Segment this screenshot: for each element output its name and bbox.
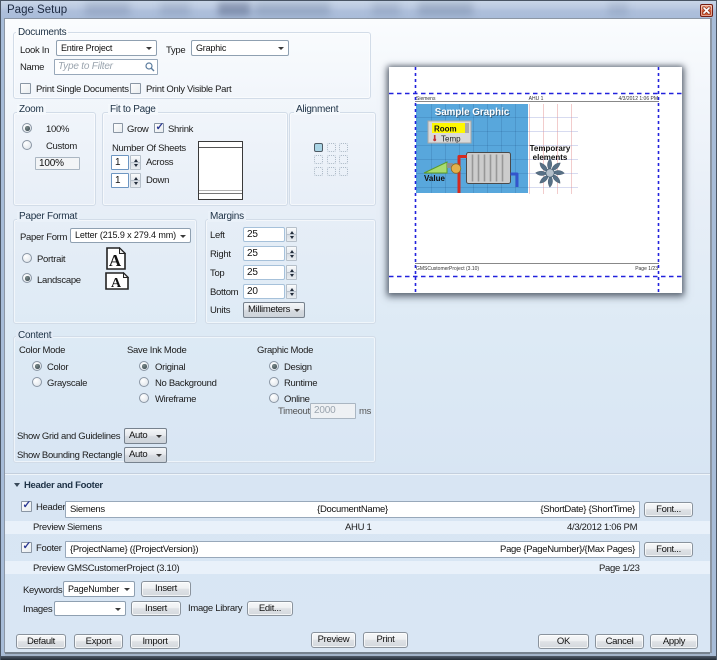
svg-text:Temp: Temp bbox=[441, 135, 461, 144]
svg-text:4/3/2012 1:06 PM: 4/3/2012 1:06 PM bbox=[619, 96, 658, 102]
svg-text:GMSCustomerProject (3.10): GMSCustomerProject (3.10) bbox=[416, 266, 479, 272]
svg-text:Temporary: Temporary bbox=[530, 144, 571, 153]
svg-text:Room: Room bbox=[434, 125, 457, 134]
svg-text:A: A bbox=[109, 251, 122, 270]
svg-text:A: A bbox=[111, 276, 122, 290]
svg-text:AHU 1: AHU 1 bbox=[529, 96, 544, 102]
svg-text:Value: Value bbox=[424, 174, 445, 183]
svg-text:Sample Graphic: Sample Graphic bbox=[435, 107, 510, 118]
svg-text:Siemens: Siemens bbox=[416, 96, 436, 102]
svg-text:Page 1/23: Page 1/23 bbox=[635, 266, 658, 272]
